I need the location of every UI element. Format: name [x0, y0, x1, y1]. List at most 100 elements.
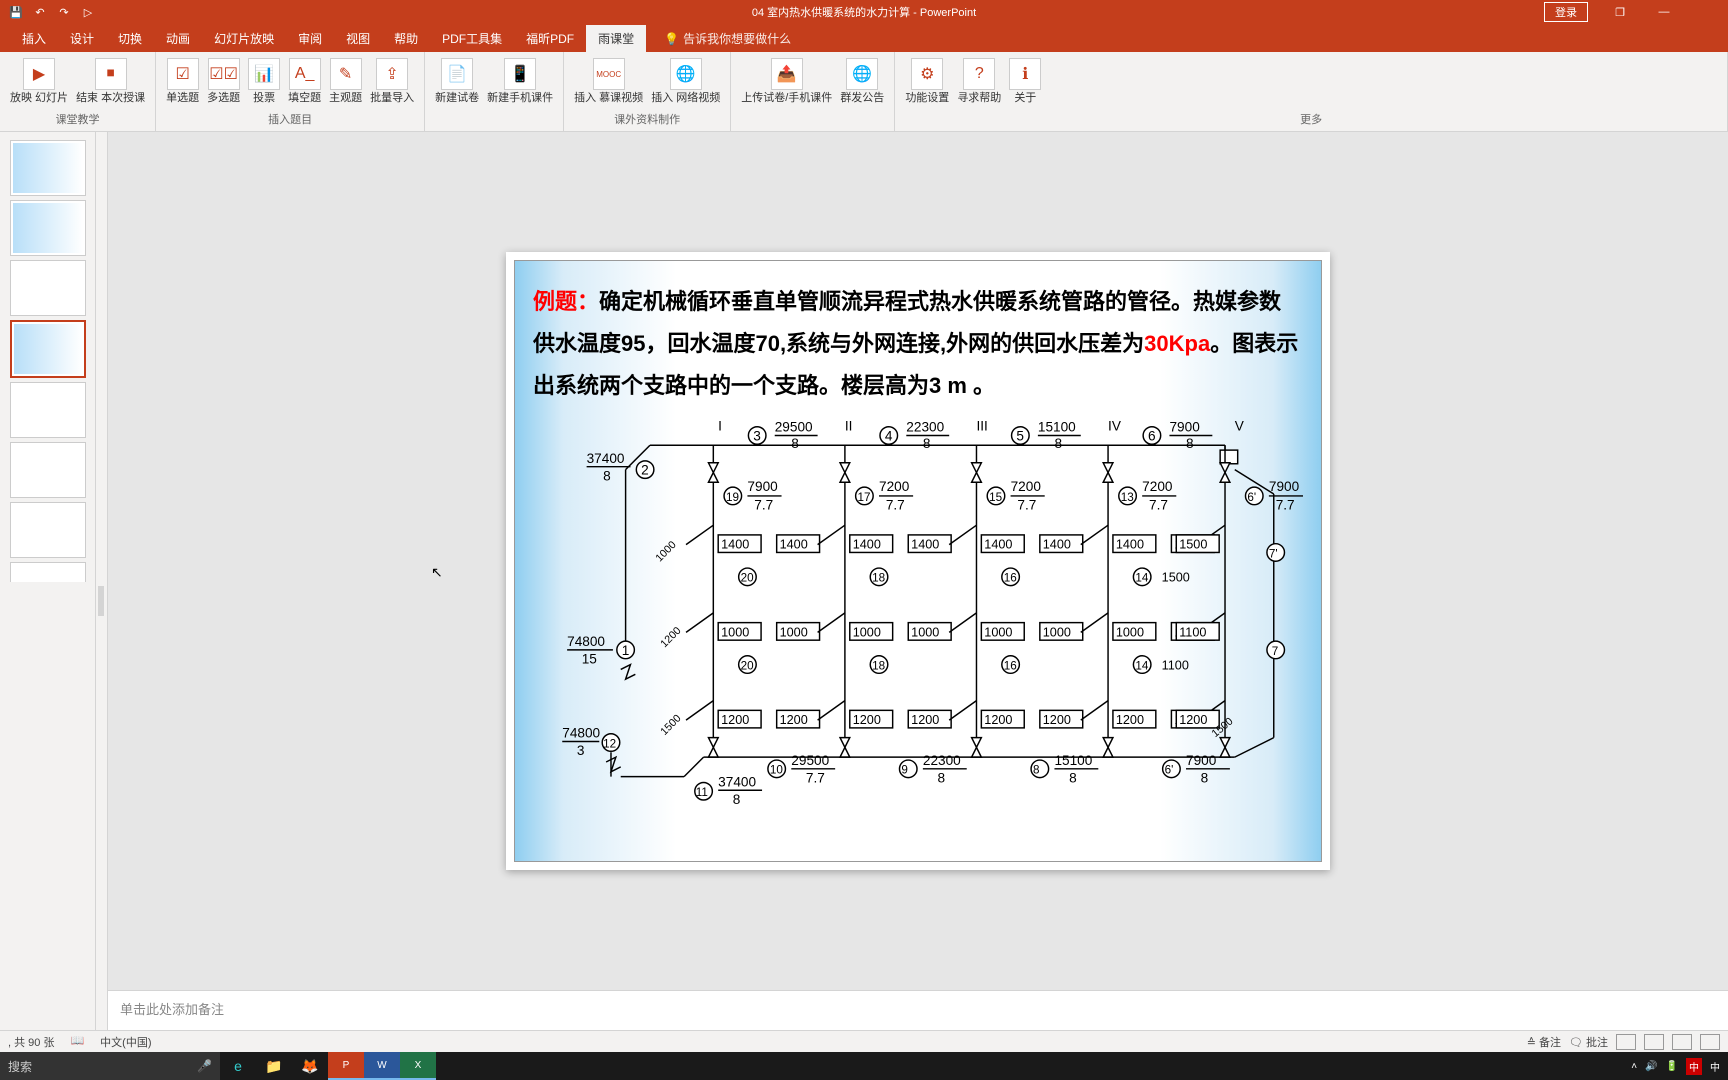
new-mobile-button[interactable]: 📱新建手机课件: [485, 56, 555, 107]
ime2-icon[interactable]: 中: [1710, 1059, 1720, 1074]
svg-text:1500: 1500: [658, 713, 683, 738]
multi-choice-button[interactable]: ☑☑多选题: [205, 56, 242, 107]
svg-text:1400: 1400: [1116, 538, 1144, 552]
slide-thumb[interactable]: [10, 200, 86, 256]
insert-webvideo-button[interactable]: 🌐插入 网络视频: [649, 56, 722, 107]
taskbar-search[interactable]: 搜索 🎤: [0, 1052, 220, 1080]
svg-text:6': 6': [1247, 491, 1256, 504]
comments-toggle[interactable]: 🗨 批注: [1569, 1034, 1608, 1050]
slide-thumb[interactable]: [10, 140, 86, 196]
slide-thumb[interactable]: [10, 382, 86, 438]
slide-panel[interactable]: [0, 132, 96, 1040]
svg-text:7900: 7900: [1169, 420, 1200, 435]
tab-design[interactable]: 设计: [58, 25, 106, 52]
word-icon[interactable]: W: [364, 1052, 400, 1080]
tab-animation[interactable]: 动画: [154, 25, 202, 52]
login-button[interactable]: 登录: [1544, 2, 1588, 22]
about-button[interactable]: ℹ关于: [1007, 56, 1043, 107]
tab-pdftools[interactable]: PDF工具集: [430, 25, 514, 52]
ribbon-options-icon[interactable]: ❐: [1600, 0, 1640, 24]
tab-review[interactable]: 审阅: [286, 25, 334, 52]
slide-thumb-active[interactable]: [10, 320, 86, 378]
svg-text:6: 6: [1148, 429, 1156, 444]
svg-text:III: III: [976, 419, 987, 434]
slide-count: , 共 90 张: [8, 1034, 54, 1050]
slide-thumb[interactable]: [10, 502, 86, 558]
notes-toggle[interactable]: ≙ 备注: [1527, 1034, 1561, 1050]
tab-slideshow[interactable]: 幻灯片放映: [202, 25, 286, 52]
svg-text:7900: 7900: [1269, 479, 1300, 494]
lang-icon[interactable]: 📖: [70, 1034, 84, 1050]
svg-text:8: 8: [937, 771, 945, 786]
svg-text:6': 6': [1165, 764, 1174, 777]
svg-text:1200: 1200: [1116, 713, 1144, 727]
start-icon[interactable]: ▷: [80, 4, 96, 20]
tab-transition[interactable]: 切换: [106, 25, 154, 52]
slide-area[interactable]: 例题：确定机械循环垂直单管顺流异程式热水供暖系统管路的管径。热媒参数供水温度95…: [108, 132, 1728, 990]
broadcast-button[interactable]: 🌐群发公告: [838, 56, 886, 107]
explorer-icon[interactable]: 📁: [256, 1052, 292, 1080]
batch-import-button[interactable]: ⇪批量导入: [368, 56, 416, 107]
ime-icon[interactable]: 中: [1686, 1058, 1702, 1075]
edge-icon[interactable]: e: [220, 1052, 256, 1080]
tab-foxit[interactable]: 福昕PDF: [514, 25, 586, 52]
single-choice-button[interactable]: ☑单选题: [164, 56, 201, 107]
close-icon[interactable]: [1688, 0, 1728, 24]
upload-exam-button[interactable]: 📤上传试卷/手机课件: [739, 56, 834, 107]
tab-yuketang[interactable]: 雨课堂: [586, 25, 646, 52]
status-bar: , 共 90 张 📖 中文(中国) ≙ 备注 🗨 批注: [0, 1030, 1728, 1052]
slide[interactable]: 例题：确定机械循环垂直单管顺流异程式热水供暖系统管路的管径。热媒参数供水温度95…: [506, 252, 1330, 870]
svg-text:7200: 7200: [879, 479, 910, 494]
powerpoint-icon[interactable]: P: [328, 1052, 364, 1080]
svg-text:19: 19: [726, 491, 739, 504]
volume-icon[interactable]: 🔊: [1645, 1061, 1657, 1072]
sorter-view-icon[interactable]: [1644, 1034, 1664, 1050]
normal-view-icon[interactable]: [1616, 1034, 1636, 1050]
svg-text:1000: 1000: [653, 539, 678, 564]
slide-thumb[interactable]: [10, 260, 86, 316]
tell-me-text: 告诉我你想要做什么: [683, 30, 791, 47]
tab-view[interactable]: 视图: [334, 25, 382, 52]
slide-thumb[interactable]: [10, 562, 86, 582]
firefox-icon[interactable]: 🦊: [292, 1052, 328, 1080]
insert-mooc-button[interactable]: MOOC插入 慕课视频: [572, 56, 645, 107]
slideshow-view-icon[interactable]: [1700, 1034, 1720, 1050]
end-class-button[interactable]: ⏹结束 本次授课: [74, 56, 147, 107]
reading-view-icon[interactable]: [1672, 1034, 1692, 1050]
svg-text:7.7: 7.7: [754, 498, 773, 513]
mic-icon[interactable]: 🎤: [197, 1059, 212, 1073]
language-status[interactable]: 中文(中国): [100, 1034, 151, 1050]
gear-icon: ⚙: [911, 58, 943, 90]
svg-text:8: 8: [791, 437, 799, 452]
svg-text:14: 14: [1135, 572, 1149, 585]
minimize-icon[interactable]: —: [1644, 0, 1684, 24]
fill-blank-button[interactable]: A_填空题: [286, 56, 323, 107]
vote-button[interactable]: 📊投票: [246, 56, 282, 107]
settings-button[interactable]: ⚙功能设置: [903, 56, 951, 107]
svg-text:7.7: 7.7: [1149, 498, 1168, 513]
svg-text:18: 18: [872, 572, 885, 585]
subjective-button[interactable]: ✎主观题: [327, 56, 364, 107]
svg-text:3: 3: [577, 744, 585, 759]
system-tray[interactable]: ˄ 🔊 🔋 中 中: [1631, 1058, 1728, 1075]
excel-icon[interactable]: X: [400, 1052, 436, 1080]
slide-thumb[interactable]: [10, 442, 86, 498]
battery-icon[interactable]: 🔋: [1666, 1061, 1678, 1072]
save-icon[interactable]: 💾: [8, 4, 24, 20]
play-slides-button[interactable]: ▶放映 幻灯片: [8, 56, 70, 107]
svg-text:29500: 29500: [791, 753, 829, 768]
panel-splitter[interactable]: [96, 132, 108, 1040]
undo-icon[interactable]: ↶: [32, 4, 48, 20]
tell-me-search[interactable]: 💡 告诉我你想要做什么: [656, 25, 799, 52]
text-icon: A_: [289, 58, 321, 90]
svg-text:1200: 1200: [721, 713, 749, 727]
new-exam-button[interactable]: 📄新建试卷: [433, 56, 481, 107]
tray-chevron-icon[interactable]: ˄: [1631, 1061, 1637, 1072]
svg-text:1200: 1200: [1179, 713, 1207, 727]
redo-icon[interactable]: ↷: [56, 4, 72, 20]
tab-help[interactable]: 帮助: [382, 25, 430, 52]
help-button[interactable]: ?寻求帮助: [955, 56, 1003, 107]
svg-text:1200: 1200: [1043, 713, 1071, 727]
tab-insert[interactable]: 插入: [10, 25, 58, 52]
svg-text:13: 13: [1121, 491, 1134, 504]
